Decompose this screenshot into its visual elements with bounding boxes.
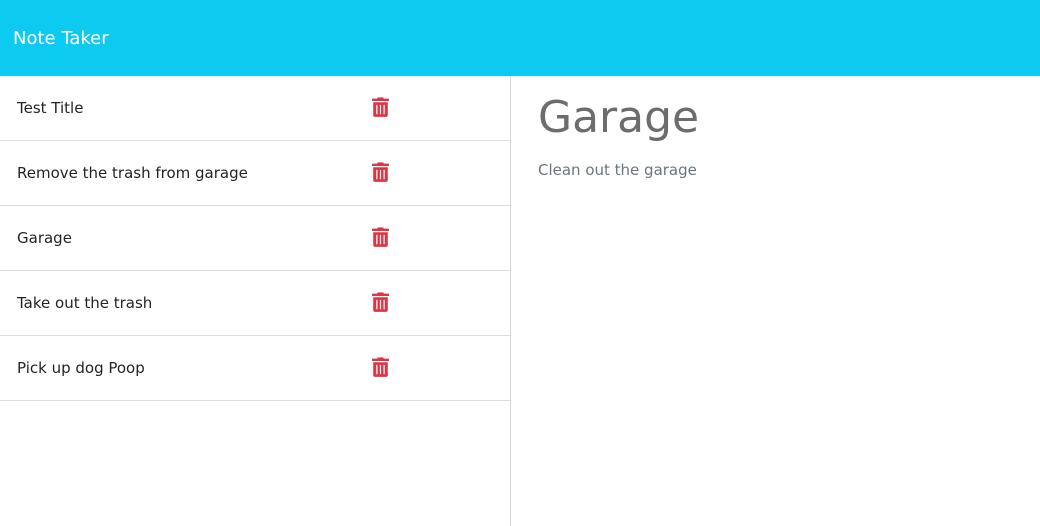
note-detail-panel: Garage Clean out the garage [512,76,1040,526]
trash-icon [371,357,389,377]
note-title: Garage [17,229,72,247]
note-list: Test Title Remove the trash from garage … [0,76,510,401]
note-title: Take out the trash [17,294,153,312]
note-list-panel: Test Title Remove the trash from garage … [0,76,511,526]
list-item[interactable]: Garage [0,206,510,271]
navbar: Note Taker [0,0,1040,76]
list-item[interactable]: Test Title [0,76,510,141]
list-item[interactable]: Remove the trash from garage [0,141,510,206]
trash-icon [371,227,389,247]
list-item[interactable]: Take out the trash [0,271,510,336]
app-brand[interactable]: Note Taker [13,28,109,49]
delete-note-button[interactable] [370,96,390,118]
note-title: Pick up dog Poop [17,359,145,377]
note-title: Remove the trash from garage [17,164,248,182]
delete-note-button[interactable] [370,161,390,183]
note-title-field[interactable]: Garage [538,92,1040,142]
list-item[interactable]: Pick up dog Poop [0,336,510,401]
trash-icon [371,162,389,182]
trash-icon [371,97,389,117]
delete-note-button[interactable] [370,291,390,313]
note-text-field[interactable]: Clean out the garage [538,161,1040,179]
delete-note-button[interactable] [370,226,390,248]
delete-note-button[interactable] [370,356,390,378]
note-title: Test Title [17,99,84,117]
trash-icon [371,292,389,312]
